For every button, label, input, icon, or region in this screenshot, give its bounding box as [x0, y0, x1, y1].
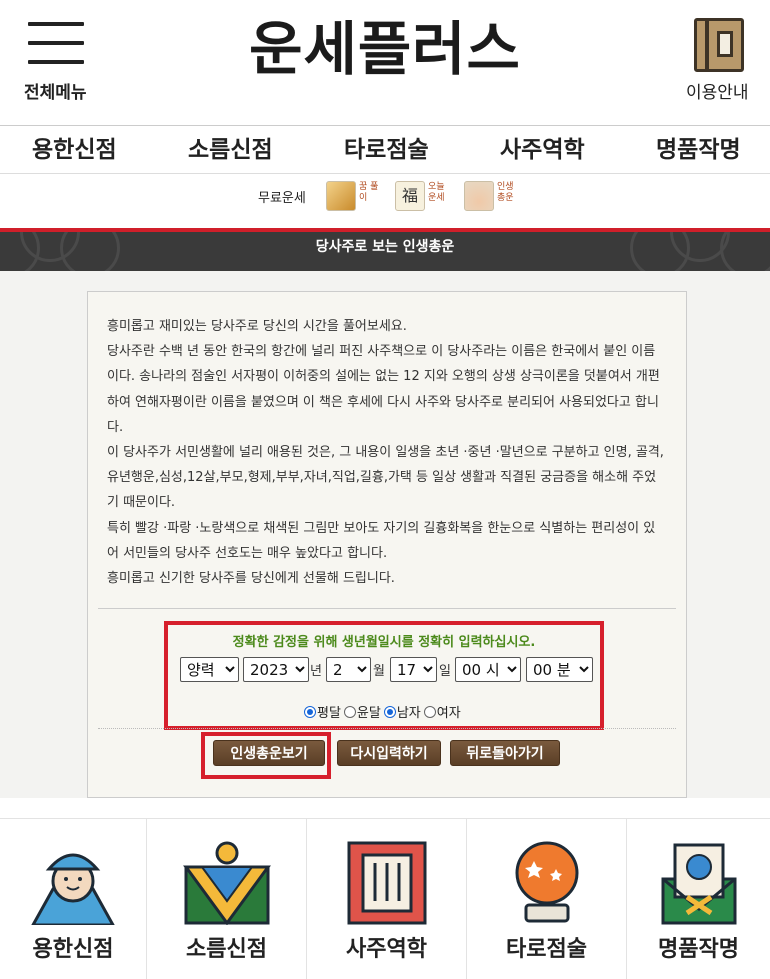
divider: [98, 608, 676, 609]
full-menu-button[interactable]: 전체메뉴: [24, 18, 94, 103]
month-unit: 월: [373, 664, 385, 679]
free-item-life-label: 인생 총운: [497, 182, 514, 203]
main-nav: 용한신점 소름신점 타로점술 사주역학 명품작명: [0, 126, 770, 174]
month-select[interactable]: 2: [326, 657, 371, 682]
life-icon: [464, 181, 494, 211]
female-radio[interactable]: [423, 705, 436, 718]
category-tiles: 용한신점 소름신점 사주역학 타로점술 명품작명: [0, 818, 770, 979]
intro-paragraph: 이 당사주가 서민생활에 널리 애용된 것은, 그 내용이 일생을 초년 ·중년…: [107, 445, 664, 511]
crystal-ball-icon: [515, 841, 578, 923]
female-label: 여자: [436, 706, 461, 721]
dream-icon: [326, 181, 356, 211]
free-item-today[interactable]: 福 오늘 운세: [395, 181, 453, 215]
full-menu-label: 전체메뉴: [24, 83, 87, 103]
tile-yonghan[interactable]: 용한신점: [0, 819, 147, 979]
guide-button[interactable]: 이용안내: [684, 16, 756, 103]
nav-item-saju[interactable]: 사주역학: [500, 126, 585, 174]
shaman-icon: [31, 853, 115, 925]
minute-select[interactable]: 00 분: [526, 657, 593, 682]
tile-naming[interactable]: 명품작명: [627, 819, 770, 979]
back-button[interactable]: 뒤로돌아가기: [450, 740, 560, 766]
envelope-icon: [661, 843, 736, 925]
intro-paragraph: 특히 빨강 ·파랑 ·노랑색으로 채색된 그림만 보아도 자기의 길흉화복을 한…: [107, 520, 656, 561]
talisman-icon: [182, 841, 271, 925]
tile-naming-label: 명품작명: [658, 937, 739, 962]
reset-button[interactable]: 다시입력하기: [337, 740, 441, 766]
view-life-fortune-button[interactable]: 인생총운보기: [213, 740, 325, 766]
free-item-dream[interactable]: 꿈 풀이: [326, 181, 384, 215]
guide-label: 이용안내: [686, 83, 749, 103]
free-fortune-row: 무료운세 꿈 풀이 福 오늘 운세 인생 총운: [0, 175, 770, 227]
tile-soreum-label: 소름신점: [186, 937, 267, 962]
scroll-icon: [347, 841, 426, 925]
free-item-life[interactable]: 인생 총운: [464, 181, 522, 215]
day-select[interactable]: 17: [390, 657, 437, 682]
normal-month-label: 평달: [317, 706, 341, 721]
option-radios: 평달 윤달 남자 여자: [304, 702, 464, 721]
dotted-divider: [98, 728, 676, 729]
intro-paragraph: 당사주란 수백 년 동안 한국의 항간에 널리 퍼진 사주책으로 이 당사주라는…: [107, 344, 660, 435]
book-icon: [694, 18, 744, 72]
tile-tarot[interactable]: 타로점술: [467, 819, 627, 979]
year-unit: 년: [310, 664, 322, 679]
free-item-today-label: 오늘 운세: [428, 182, 445, 203]
tile-soreum[interactable]: 소름신점: [147, 819, 307, 979]
title-bar: 당사주로 보는 인생총운: [0, 232, 770, 271]
nav-item-soreum[interactable]: 소름신점: [188, 126, 273, 174]
free-item-dream-label: 꿈 풀이: [359, 182, 379, 203]
intro-text: 흥미롭고 재미있는 당사주로 당신의 시간을 풀어보세요. 당사주란 수백 년 …: [107, 314, 667, 591]
nav-item-tarot[interactable]: 타로점술: [344, 126, 429, 174]
form-notice: 정확한 감정을 위해 생년월일시를 정확히 입력하십시오.: [232, 635, 536, 650]
tile-tarot-label: 타로점술: [506, 937, 587, 962]
male-radio[interactable]: [383, 705, 396, 718]
tile-yonghan-label: 용한신점: [32, 937, 114, 962]
intro-paragraph: 흥미롭고 재미있는 당사주로 당신의 시간을 풀어보세요.: [107, 319, 407, 334]
tile-saju-label: 사주역학: [346, 937, 427, 962]
normal-month-radio[interactable]: [304, 705, 316, 718]
free-fortune-label: 무료운세: [258, 191, 306, 206]
male-label: 남자: [396, 706, 421, 721]
calendar-select[interactable]: 양력: [180, 657, 239, 682]
leap-month-label: 윤달: [356, 706, 381, 721]
hour-select[interactable]: 00 시: [455, 657, 521, 682]
site-header: 전체메뉴 운세플러스 이용안내: [0, 0, 770, 126]
nav-item-yonghan[interactable]: 용한신점: [32, 126, 117, 174]
nav-item-naming[interactable]: 명품작명: [656, 126, 741, 174]
tile-saju[interactable]: 사주역학: [307, 819, 467, 979]
fortune-icon: 福: [395, 181, 425, 211]
hamburger-icon: [28, 22, 84, 64]
year-select[interactable]: 2023: [243, 657, 309, 682]
site-logo[interactable]: 운세플러스: [230, 14, 540, 84]
day-unit: 일: [439, 664, 451, 679]
leap-month-radio[interactable]: [343, 705, 356, 718]
page-title: 당사주로 보는 인생총운: [315, 239, 455, 255]
intro-paragraph: 흥미롭고 신기한 당사주를 당신에게 선물해 드립니다.: [107, 571, 395, 587]
